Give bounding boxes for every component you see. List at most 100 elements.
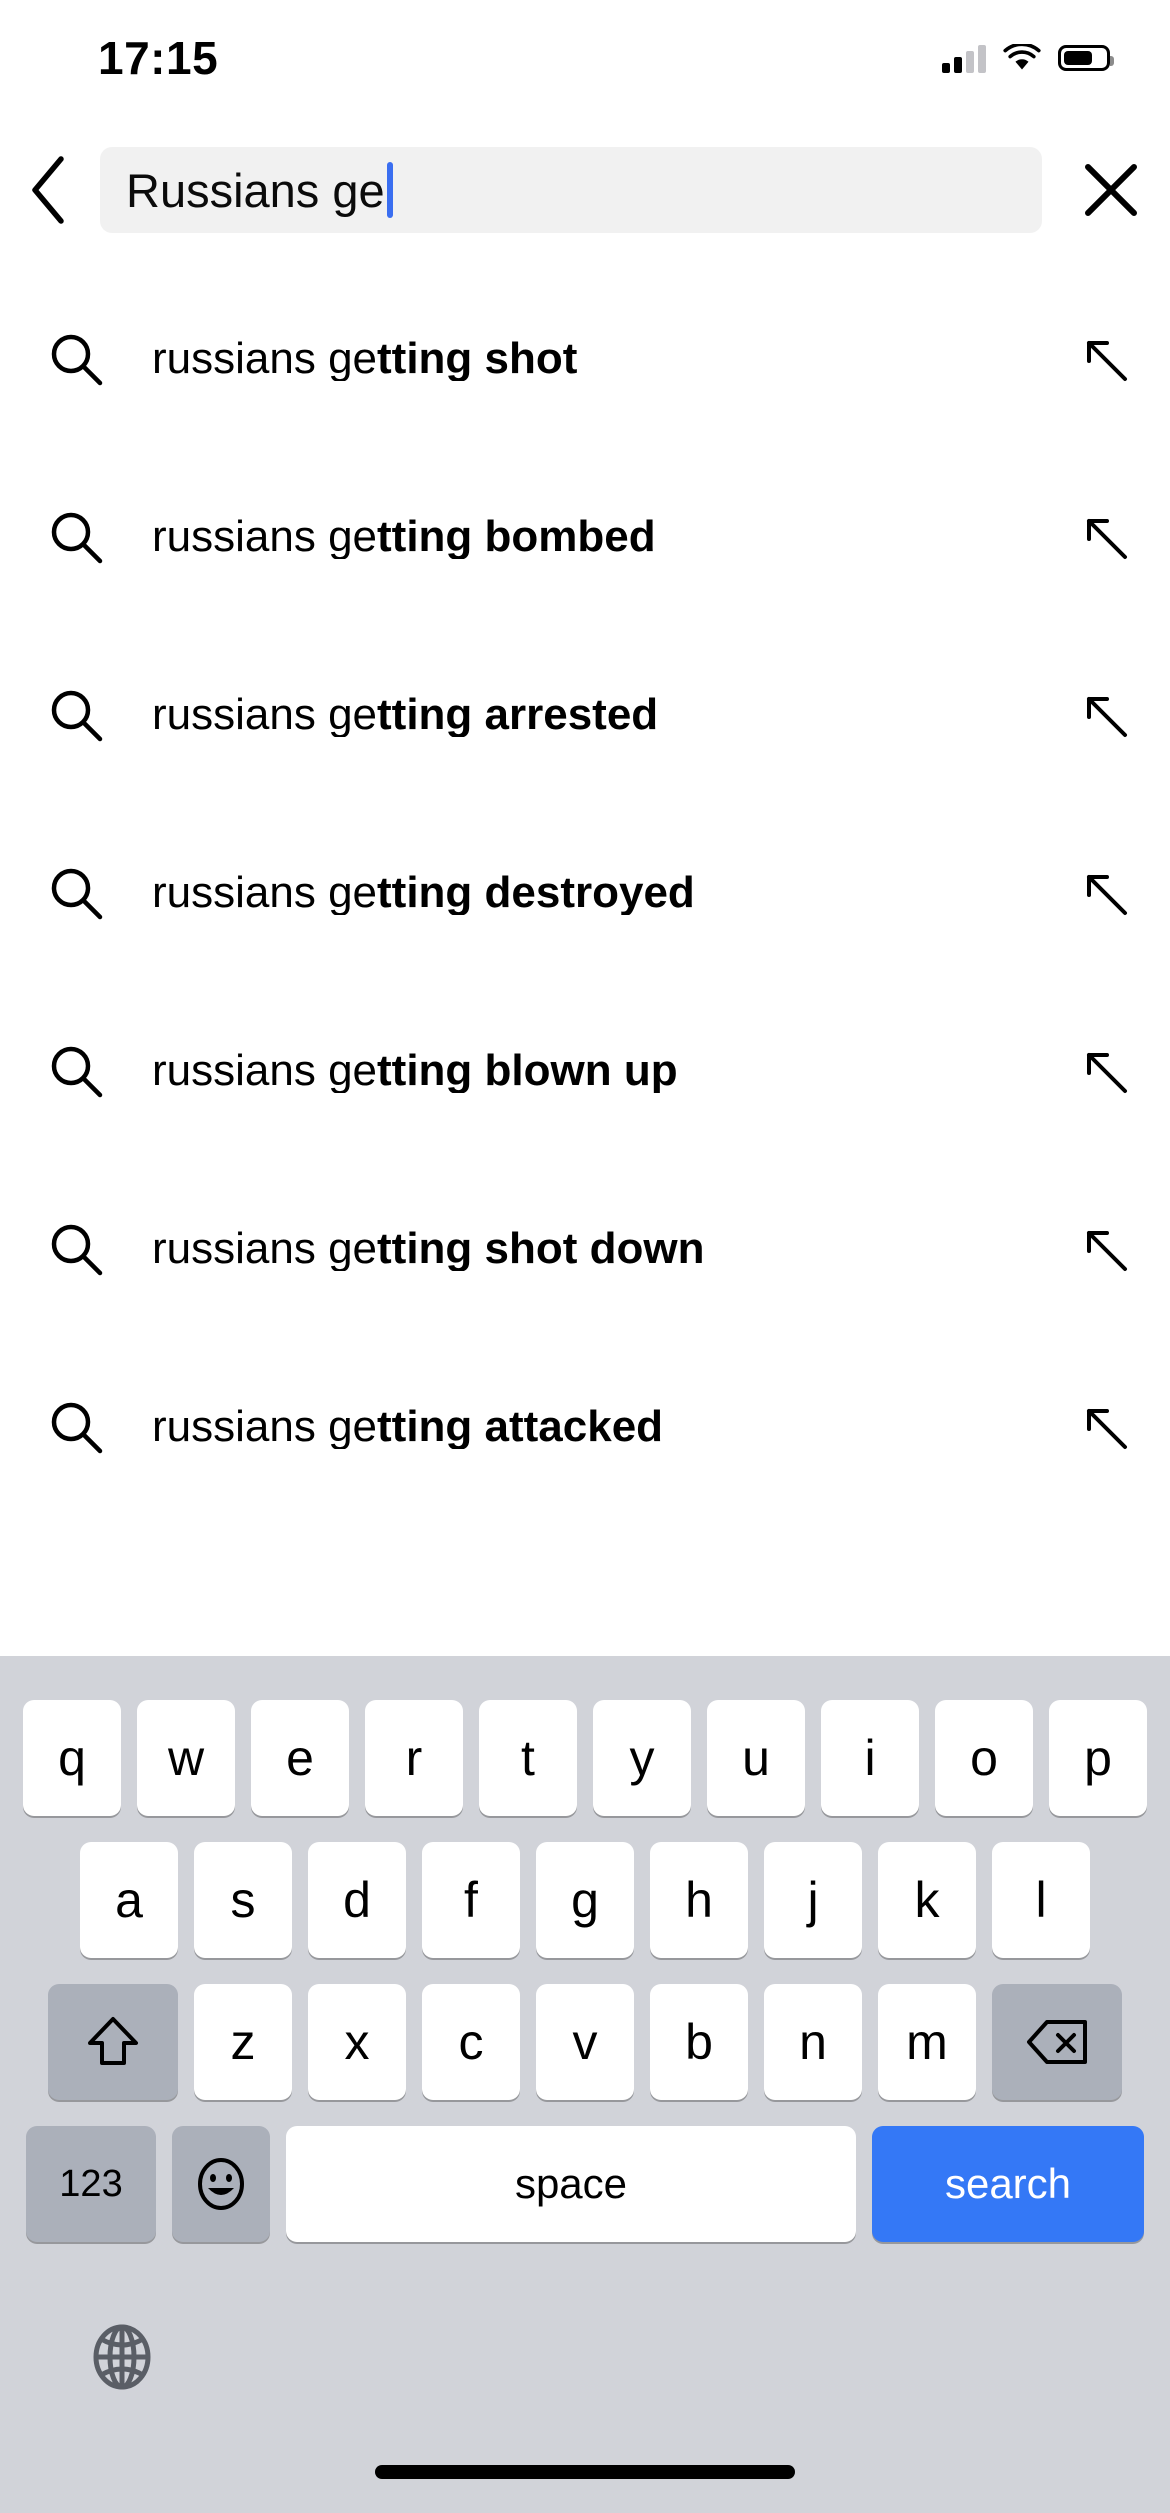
suggestion-text: russians getting arrested (152, 693, 1040, 737)
key-j[interactable]: j (764, 1842, 862, 1958)
list-item[interactable]: russians getting destroyed (0, 804, 1170, 982)
key-p[interactable]: p (1049, 1700, 1147, 1816)
back-button[interactable] (0, 140, 100, 240)
search-bar: Russians ge (0, 140, 1170, 240)
close-x-icon (1085, 164, 1137, 216)
key-m[interactable]: m (878, 1984, 976, 2100)
wifi-icon (1003, 42, 1041, 72)
arrow-up-left-icon (1087, 341, 1127, 381)
key-w[interactable]: w (137, 1700, 235, 1816)
list-item[interactable]: russians getting arrested (0, 626, 1170, 804)
key-b[interactable]: b (650, 1984, 748, 2100)
key-l[interactable]: l (992, 1842, 1090, 1958)
suggestion-completion: tting shot down (377, 1227, 705, 1271)
list-item[interactable]: russians getting blown up (0, 982, 1170, 1160)
fill-query-button[interactable] (1040, 1223, 1170, 1275)
suggestion-prefix: russians ge (152, 515, 378, 559)
search-magnifier-icon (0, 330, 152, 388)
suggestion-text: russians getting shot (152, 337, 1040, 381)
suggestion-text: russians getting blown up (152, 1049, 1040, 1093)
key-s[interactable]: s (194, 1842, 292, 1958)
suggestion-completion: tting bombed (377, 515, 656, 559)
emoji-key[interactable] (172, 2126, 270, 2242)
phone-screen: 17:15 Russians ge russians getting shot … (0, 0, 1170, 2513)
suggestion-list: russians getting shot russians getting b… (0, 270, 1170, 1516)
fill-query-button[interactable] (1040, 689, 1170, 741)
key-o[interactable]: o (935, 1700, 1033, 1816)
cellular-signal-icon (942, 43, 986, 73)
key-x[interactable]: x (308, 1984, 406, 2100)
key-a[interactable]: a (80, 1842, 178, 1958)
key-i[interactable]: i (821, 1700, 919, 1816)
search-input[interactable]: Russians ge (100, 147, 1042, 233)
globe-language-icon (93, 2324, 151, 2390)
suggestion-prefix: russians ge (152, 871, 378, 915)
backspace-delete-icon (1027, 2020, 1087, 2064)
key-e[interactable]: e (251, 1700, 349, 1816)
suggestion-text: russians getting attacked (152, 1405, 1040, 1449)
list-item[interactable]: russians getting bombed (0, 448, 1170, 626)
fill-query-button[interactable] (1040, 867, 1170, 919)
key-d[interactable]: d (308, 1842, 406, 1958)
shift-key[interactable] (48, 1984, 178, 2100)
fill-query-button[interactable] (1040, 1401, 1170, 1453)
search-magnifier-icon (0, 686, 152, 744)
key-k[interactable]: k (878, 1842, 976, 1958)
suggestion-completion: tting blown up (377, 1049, 678, 1093)
emoji-smiley-icon (198, 2158, 244, 2210)
fill-query-button[interactable] (1040, 333, 1170, 385)
list-item[interactable]: russians getting shot (0, 270, 1170, 448)
arrow-up-left-icon (1087, 1409, 1127, 1449)
key-h[interactable]: h (650, 1842, 748, 1958)
key-f[interactable]: f (422, 1842, 520, 1958)
key-n[interactable]: n (764, 1984, 862, 2100)
list-item[interactable]: russians getting shot down (0, 1160, 1170, 1338)
search-input-value: Russians ge (126, 163, 385, 217)
key-u[interactable]: u (707, 1700, 805, 1816)
globe-key[interactable] (78, 2313, 166, 2401)
suggestion-prefix: russians ge (152, 1227, 378, 1271)
on-screen-keyboard: q w e r t y u i o p a s d f g h j k l z … (0, 1656, 1170, 2513)
key-r[interactable]: r (365, 1700, 463, 1816)
search-magnifier-icon (0, 508, 152, 566)
key-c[interactable]: c (422, 1984, 520, 2100)
key-g[interactable]: g (536, 1842, 634, 1958)
keyboard-bottom-row (0, 2297, 1170, 2417)
arrow-up-left-icon (1087, 1231, 1127, 1271)
suggestion-text: russians getting destroyed (152, 871, 1040, 915)
suggestion-completion: tting shot (377, 337, 578, 381)
fill-query-button[interactable] (1040, 1045, 1170, 1097)
keyboard-row-2: a s d f g h j k l (0, 1842, 1170, 1958)
status-bar: 17:15 (0, 0, 1170, 108)
home-indicator-bar (375, 2465, 795, 2479)
search-magnifier-icon (0, 1220, 152, 1278)
numbers-key[interactable]: 123 (26, 2126, 156, 2242)
search-magnifier-icon (0, 1398, 152, 1456)
shift-arrow-icon (88, 2017, 138, 2065)
clear-search-button[interactable] (1052, 140, 1170, 240)
space-key[interactable]: space (286, 2126, 856, 2242)
suggestion-text: russians getting bombed (152, 515, 1040, 559)
list-item[interactable]: russians getting attacked (0, 1338, 1170, 1516)
key-y[interactable]: y (593, 1700, 691, 1816)
key-z[interactable]: z (194, 1984, 292, 2100)
battery-icon (1058, 45, 1114, 71)
suggestion-completion: tting arrested (377, 693, 659, 737)
suggestion-prefix: russians ge (152, 693, 378, 737)
search-magnifier-icon (0, 864, 152, 922)
status-time: 17:15 (98, 32, 219, 84)
backspace-key[interactable] (992, 1984, 1122, 2100)
keyboard-row-3: z x c v b n m (0, 1984, 1170, 2100)
search-key[interactable]: search (872, 2126, 1144, 2242)
suggestion-completion: tting attacked (377, 1405, 664, 1449)
key-v[interactable]: v (536, 1984, 634, 2100)
text-cursor (386, 162, 393, 218)
keyboard-row-4: 123 space search (0, 2126, 1170, 2242)
key-q[interactable]: q (23, 1700, 121, 1816)
suggestion-prefix: russians ge (152, 1405, 378, 1449)
status-indicators (942, 42, 1114, 73)
suggestion-prefix: russians ge (152, 1049, 378, 1093)
back-chevron-icon (32, 156, 64, 224)
fill-query-button[interactable] (1040, 511, 1170, 563)
key-t[interactable]: t (479, 1700, 577, 1816)
